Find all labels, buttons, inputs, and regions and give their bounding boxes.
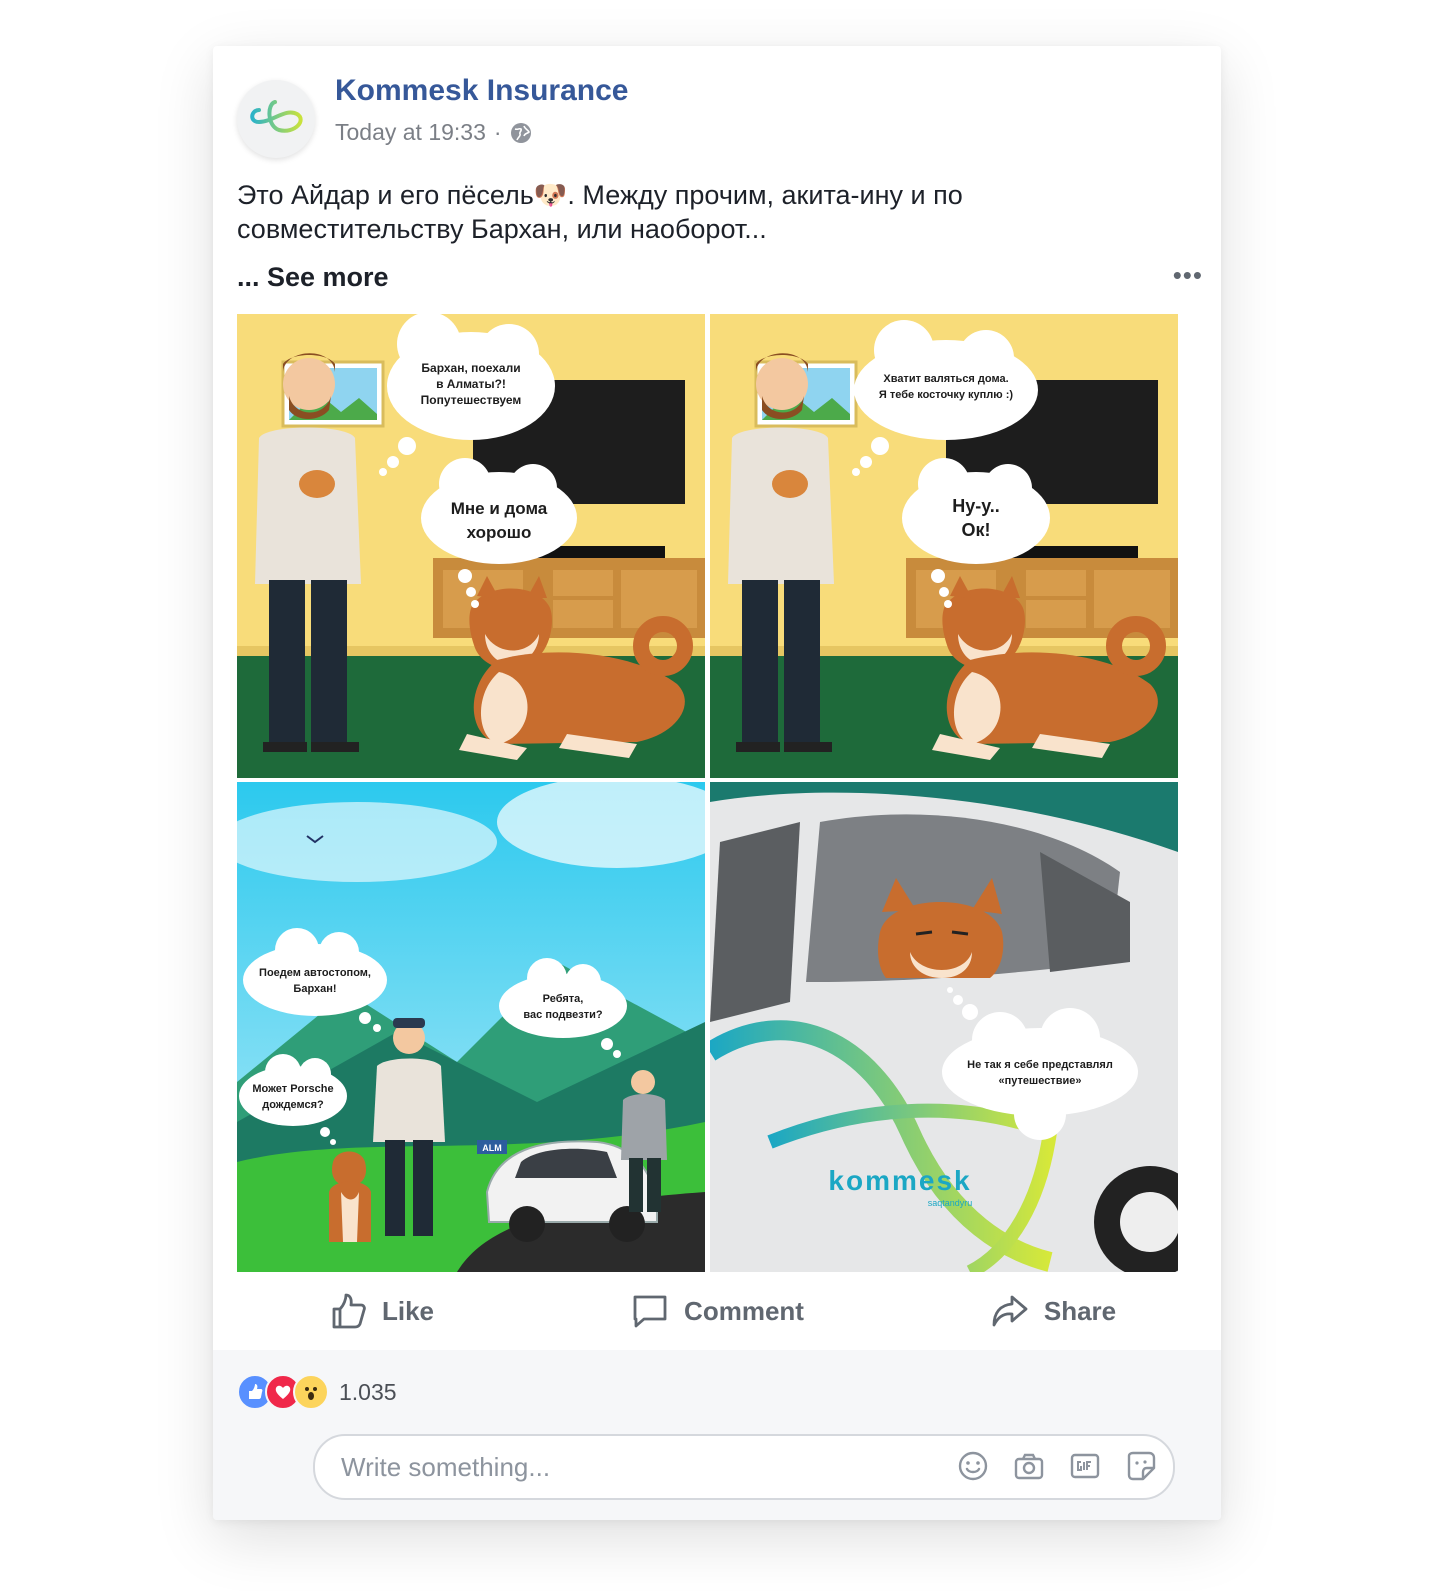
share-button[interactable]: Share <box>885 1272 1221 1350</box>
post-footer: 1.035 <box>213 1350 1221 1520</box>
comment-input[interactable] <box>339 1450 943 1484</box>
reaction-count: 1.035 <box>339 1378 397 1405</box>
bubble-text-line: Я тебе косточку куплю :) <box>879 389 1013 401</box>
bubble-text-line: Бархан, поехали <box>421 361 520 375</box>
see-more-link[interactable]: ... See more <box>237 262 389 293</box>
comment-label: Comment <box>684 1295 804 1326</box>
bubble-text-line: Ребята, <box>543 993 584 1005</box>
gif-icon[interactable] <box>1069 1450 1101 1482</box>
bubble-text-line: Попутешествуем <box>421 393 522 407</box>
share-icon <box>992 1295 1028 1327</box>
bubble-text-line: дождемся? <box>262 1099 324 1111</box>
composer-tools <box>957 1450 1157 1482</box>
thumbs-up-icon <box>332 1293 366 1329</box>
bubble-text-line: хорошо <box>467 523 532 542</box>
brand-logo-text: kommesk <box>828 1165 971 1196</box>
kommesk-logo-icon <box>250 100 303 133</box>
bubble-text-line: Ну-у.. <box>952 496 999 516</box>
comic-panel-1[interactable]: Бархан, поехали в Алматы?! Попутешествуе… <box>237 314 705 778</box>
plate-text: ALM <box>482 1143 502 1153</box>
bubble-text-line: Хватит валяться дома. <box>883 373 1008 385</box>
bubble-text-line: Ок! <box>961 520 990 540</box>
sticker-icon[interactable] <box>1125 1450 1157 1482</box>
page-name[interactable]: Kommesk Insurance <box>335 74 628 108</box>
brand-sub-text: saqtandyru <box>928 1198 973 1208</box>
comment-composer[interactable] <box>313 1434 1175 1500</box>
wow-icon <box>293 1374 329 1410</box>
comment-icon <box>633 1295 667 1328</box>
meta-separator: · <box>493 119 502 145</box>
reactions-summary[interactable]: 1.035 <box>237 1374 397 1410</box>
bubble-text-line: Мне и дома <box>451 499 548 518</box>
bubble-text-line: Может Porsche <box>252 1083 333 1095</box>
like-label: Like <box>381 1295 435 1326</box>
bubble-text-line: «путешествие» <box>999 1075 1082 1087</box>
bubble-text-line: вас подвезти? <box>523 1009 602 1021</box>
emoji-icon[interactable] <box>957 1450 989 1482</box>
bubble-text-line: Не так я себе представлял <box>967 1059 1113 1071</box>
post-text: Это Айдар и его пёсель🐶. Между прочим, а… <box>237 180 963 244</box>
bubble-text-line: Бархан! <box>293 983 336 995</box>
camera-icon[interactable] <box>1013 1450 1045 1482</box>
post-meta: Today at 19:33 · <box>335 119 532 146</box>
bubble-text-line: в Алматы?! <box>436 377 506 391</box>
globe-icon[interactable] <box>510 122 532 144</box>
share-label: Share <box>1043 1295 1117 1326</box>
comic-panel-4[interactable]: Не так я себе представлял «путешествие» … <box>710 782 1178 1272</box>
comment-button[interactable]: Comment <box>549 1272 885 1350</box>
dog-figure <box>329 1151 371 1242</box>
bubble-text-line: Поедем автостопом, <box>259 967 371 979</box>
comic-panel-3[interactable]: ALM Поедем автостопом, Бархан! Может Por… <box>237 782 705 1272</box>
comic-image-grid[interactable]: Бархан, поехали в Алматы?! Попутешествуе… <box>237 314 1197 1272</box>
like-button[interactable]: Like <box>213 1272 549 1350</box>
timestamp[interactable]: Today at 19:33 <box>335 119 486 146</box>
comic-panel-2[interactable]: Хватит валяться дома. Я тебе косточку ку… <box>710 314 1178 778</box>
page-avatar[interactable] <box>237 80 315 158</box>
more-options-icon[interactable]: ••• <box>1173 260 1203 291</box>
post-card: Kommesk Insurance Today at 19:33 · Это А… <box>213 46 1221 1520</box>
post-actions-bar: Like Comment Share <box>213 1272 1221 1350</box>
